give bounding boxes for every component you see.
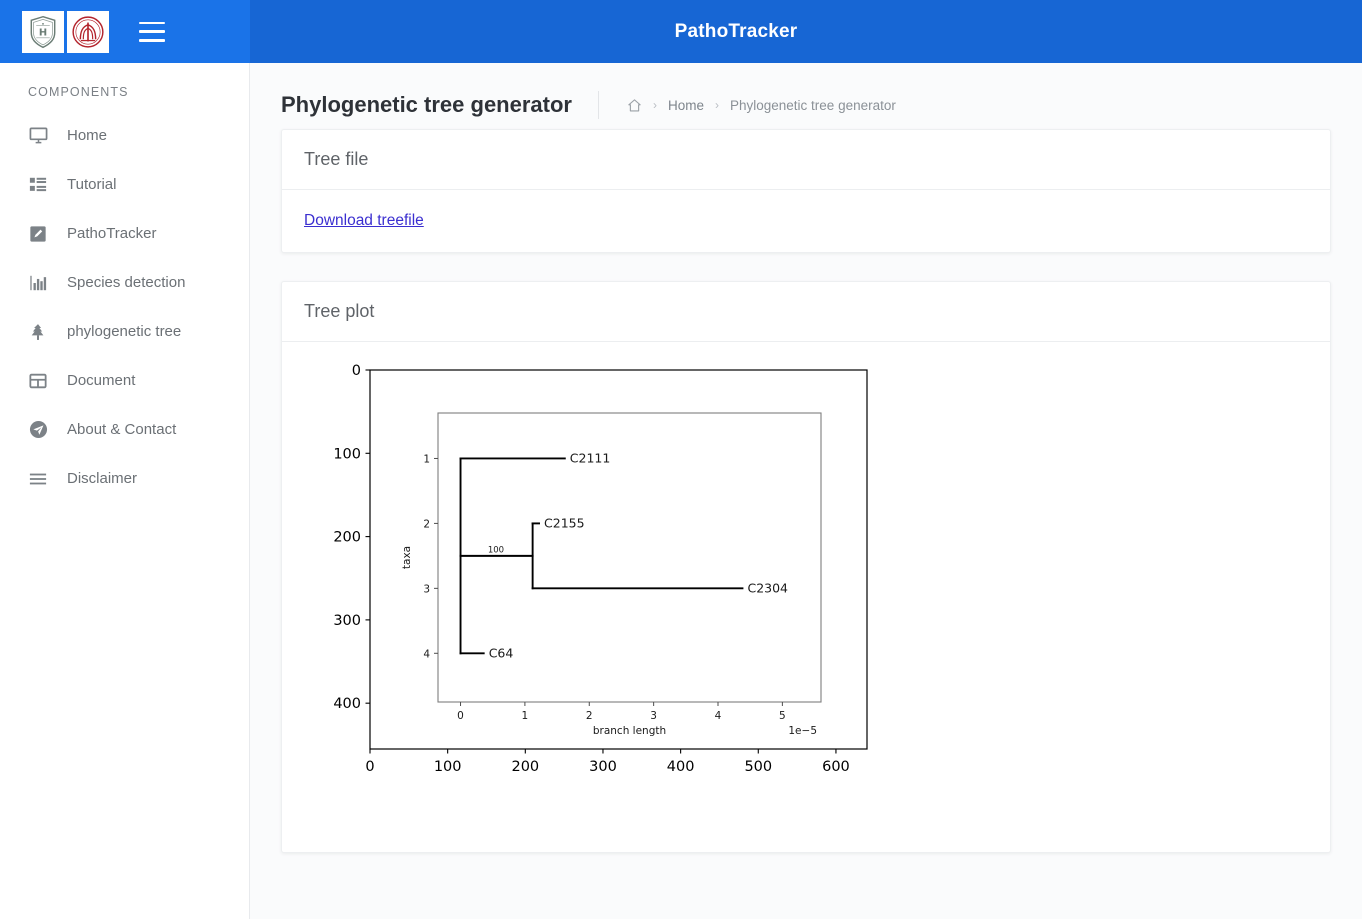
logo-group: H [22,10,109,53]
outer-y-tick-label: 200 [333,530,361,546]
sidebar-item-phylogenetic-tree[interactable]: phylogenetic tree [0,307,249,356]
pku-circular-logo[interactable] [67,10,109,53]
app-title: PathoTracker [674,20,798,42]
outer-x-tick-label: 500 [744,759,772,772]
outer-y-tick-label: 400 [333,696,361,712]
paper-plane-icon [26,418,50,442]
tree-plot-svg: 0 100 200 300 400 500 600 0 100 200 300 400 0 1 2 3 4 5 1 2… [333,363,868,775]
sidebar-item-label: Disclaimer [67,470,138,487]
sidebar-item-label: PathoTracker [67,225,157,242]
sidebar-item-label: Home [67,127,108,144]
tree-tip-label-C2304: C2304 [747,581,788,596]
table-icon [26,369,50,393]
sidebar-item-document[interactable]: Document [0,356,249,405]
inner-x-tick-label: 5 [779,710,786,722]
sidebar-item-home[interactable]: Home [0,111,249,160]
inner-x-tick-label: 2 [586,710,593,722]
outer-y-tick-label: 100 [333,446,361,462]
inner-y-tick-label: 3 [423,583,430,595]
hamburger-line [139,21,165,24]
tree-plot-card-body: 0 100 200 300 400 500 600 0 100 200 300 400 0 1 2 3 4 5 1 2… [282,342,1330,852]
home-icon[interactable] [627,98,642,113]
hit-shield-logo[interactable]: H [22,10,64,53]
sidebar-item-species-detection[interactable]: Species detection [0,258,249,307]
sidebar-item-label: Species detection [67,274,186,291]
outer-x-tick-label: 300 [589,759,617,772]
svg-text:H: H [39,27,47,38]
breadcrumb: › Home › Phylogenetic tree generator [597,91,896,119]
sidebar-item-pathotracker[interactable]: PathoTracker [0,209,249,258]
page-title: Phylogenetic tree generator [281,92,572,117]
hamburger-line [139,39,165,42]
hit-shield-logo-svg: H [30,15,56,48]
outer-y-tick-label: 0 [352,363,361,379]
list-grid-icon [26,173,50,197]
outer-x-tick-label: 400 [667,759,695,772]
breadcrumb-home-link[interactable]: Home [668,98,704,113]
hamburger-icon[interactable] [139,21,165,42]
top-navbar: H PathoTracker [0,0,1362,63]
outer-x-tick-label: 600 [822,759,850,772]
inner-x-tick-label: 3 [650,710,657,722]
sidebar-item-label: Tutorial [67,176,117,193]
monitor-icon [26,124,50,148]
inner-ylabel: taxa [401,546,413,569]
download-treefile-link[interactable]: Download treefile [304,212,424,229]
outer-x-tick-label: 100 [434,759,462,772]
tree-file-card-header: Tree file [282,130,1330,190]
tree-tip-label-C2111: C2111 [570,451,611,466]
inner-y-tick-label: 1 [423,453,430,465]
hamburger-line [139,30,165,33]
inner-xlabel: branch length [593,725,666,737]
sidebar-item-disclaimer[interactable]: Disclaimer [0,454,249,503]
main-content: Phylogenetic tree generator › Home › Phy… [250,63,1362,919]
pku-circular-logo-svg [72,15,104,48]
outer-axes-frame [369,369,868,750]
inner-x-offset-label: 1e−5 [788,725,817,737]
breadcrumb-current: Phylogenetic tree generator [730,97,896,113]
tree-plot-card: Tree plot 0 100 200 300 400 500 600 0 100 200 300 4… [281,281,1331,853]
inner-y-tick-label: 2 [423,518,430,530]
outer-x-tick-label: 200 [511,759,539,772]
tree-plot-card-header: Tree plot [282,282,1330,342]
menu-lines-icon [26,467,50,491]
inner-x-tick-label: 4 [715,710,722,722]
sidebar: COMPONENTS Home Tutorial PathoTracker Sp… [0,63,250,919]
tree-support-label: 100 [488,545,504,555]
sidebar-heading: COMPONENTS [28,85,129,99]
page-header: Phylogenetic tree generator › Home › Phy… [250,63,1362,129]
sidebar-item-tutorial[interactable]: Tutorial [0,160,249,209]
tree-file-card: Tree file Download treefile [281,129,1331,253]
tree-file-card-body: Download treefile [282,190,1330,252]
tree-icon [26,320,50,344]
sidebar-item-about-contact[interactable]: About & Contact [0,405,249,454]
sidebar-item-label: phylogenetic tree [67,323,182,340]
tree-tip-label-C2155: C2155 [544,516,585,531]
tree-tip-label-C64: C64 [489,645,514,660]
outer-x-tick-label: 0 [365,759,374,772]
sidebar-item-label: About & Contact [67,421,177,438]
navbar-brand-area: H [0,0,250,63]
phylogenetic-tree-plot: 0 100 200 300 400 500 600 0 100 200 300 400 0 1 2 3 4 5 1 2… [332,352,952,775]
sidebar-item-label: Document [67,372,136,389]
pencil-square-icon [26,222,50,246]
breadcrumb-separator: › [652,98,657,112]
inner-y-tick-label: 4 [423,648,430,660]
bar-chart-icon [26,271,50,295]
outer-y-tick-label: 300 [333,613,361,629]
breadcrumb-separator: › [715,98,719,112]
inner-x-tick-label: 1 [522,710,529,722]
inner-x-tick-label: 0 [457,710,464,722]
